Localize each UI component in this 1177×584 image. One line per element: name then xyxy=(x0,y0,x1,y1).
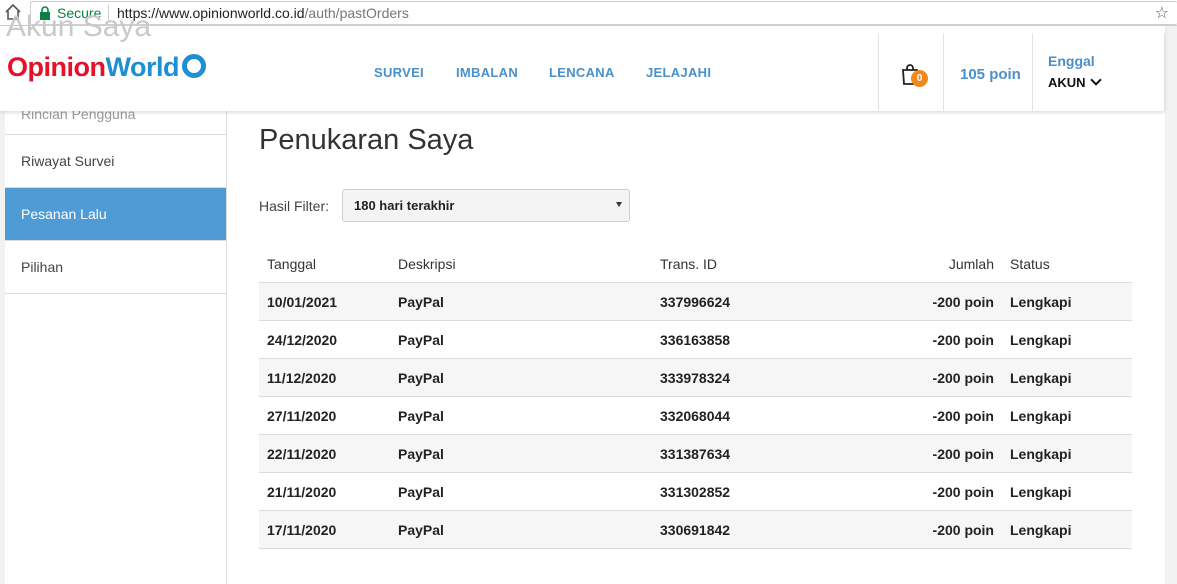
cell-trans-id: 330691842 xyxy=(660,522,731,538)
ghost-account-title: Akun Saya xyxy=(6,10,152,43)
site-header: Akun Saya OpinionWorld SURVEI IMBALAN LE… xyxy=(0,10,1165,111)
cell-date: 21/11/2020 xyxy=(267,484,337,500)
cart-count-badge: 0 xyxy=(911,70,928,87)
cell-trans-id: 337996624 xyxy=(660,294,731,310)
filter-select[interactable]: 180 hari terakhir xyxy=(342,189,630,222)
cell-status: Lengkapi xyxy=(1010,332,1072,348)
cell-trans-id: 331302852 xyxy=(660,484,731,500)
header-divider xyxy=(878,33,879,111)
cell-status: Lengkapi xyxy=(1010,446,1072,462)
sidebar-item-survey-history[interactable]: Riwayat Survei xyxy=(5,135,226,188)
cell-date: 22/11/2020 xyxy=(267,446,337,462)
cell-status: Lengkapi xyxy=(1010,408,1072,424)
points-balance[interactable]: 105 poin xyxy=(960,66,1021,83)
cell-date: 27/11/2020 xyxy=(267,408,337,424)
cell-status: Lengkapi xyxy=(1010,294,1072,310)
sidebar-item-preferences[interactable]: Pilihan xyxy=(5,241,226,294)
filter-label: Hasil Filter: xyxy=(259,198,330,214)
cell-amount: -200 poin xyxy=(932,484,994,500)
table-row: 24/12/2020 PayPal 336163858 -200 poin Le… xyxy=(259,321,1132,359)
user-name: Enggal xyxy=(1048,53,1095,69)
header-divider xyxy=(1032,33,1033,111)
url-path: /auth/pastOrders xyxy=(304,5,409,21)
dropdown-arrow-icon xyxy=(616,202,622,207)
table-row: 10/01/2021 PayPal 337996624 -200 poin Le… xyxy=(259,283,1132,321)
cell-trans-id: 333978324 xyxy=(660,370,731,386)
cell-amount: -200 poin xyxy=(932,370,994,386)
orders-table: Tanggal Deskripsi Trans. ID Jumlah Statu… xyxy=(259,245,1132,549)
cell-trans-id: 332068044 xyxy=(660,408,731,424)
cell-amount: -200 poin xyxy=(932,522,994,538)
cell-status: Lengkapi xyxy=(1010,484,1072,500)
header-divider xyxy=(1164,33,1165,111)
cell-date: 10/01/2021 xyxy=(267,294,338,310)
table-row: 27/11/2020 PayPal 332068044 -200 poin Le… xyxy=(259,397,1132,435)
cell-date: 17/11/2020 xyxy=(267,522,337,538)
cell-description: PayPal xyxy=(398,408,444,424)
cell-trans-id: 331387634 xyxy=(660,446,731,462)
table-row: 22/11/2020 PayPal 331387634 -200 poin Le… xyxy=(259,435,1132,473)
logo-text-opinion: Opinion xyxy=(7,52,106,82)
cell-amount: -200 poin xyxy=(932,446,994,462)
nav-jelajahi[interactable]: JELAJAHI xyxy=(646,65,711,80)
cell-trans-id: 336163858 xyxy=(660,332,731,348)
nav-lencana[interactable]: LENCANA xyxy=(549,65,615,80)
column-header-description: Deskripsi xyxy=(398,256,456,272)
column-header-status: Status xyxy=(1010,256,1050,272)
table-row: 11/12/2020 PayPal 333978324 -200 poin Le… xyxy=(259,359,1132,397)
cell-description: PayPal xyxy=(398,522,444,538)
logo-text-world: World xyxy=(105,52,179,82)
bookmark-star-icon[interactable]: ☆ xyxy=(1155,3,1169,23)
page-title: Penukaran Saya xyxy=(259,124,474,156)
cell-description: PayPal xyxy=(398,446,444,462)
cell-date: 11/12/2020 xyxy=(267,370,337,386)
sidebar-item-label: Pilihan xyxy=(21,259,64,275)
table-row: 17/11/2020 PayPal 330691842 -200 poin Le… xyxy=(259,511,1132,549)
table-header: Tanggal Deskripsi Trans. ID Jumlah Statu… xyxy=(259,245,1132,283)
cell-date: 24/12/2020 xyxy=(267,332,338,348)
sidebar-item-label: Riwayat Survei xyxy=(21,153,115,169)
chevron-down-icon[interactable] xyxy=(1090,74,1102,86)
opinionworld-logo[interactable]: OpinionWorld xyxy=(7,52,206,86)
column-header-amount: Jumlah xyxy=(948,256,994,272)
filter-select-value: 180 hari terakhir xyxy=(354,198,455,213)
cell-amount: -200 poin xyxy=(932,294,994,310)
sidebar-item-label: Pesanan Lalu xyxy=(21,206,107,222)
cell-status: Lengkapi xyxy=(1010,522,1072,538)
browser-address-bar: Secure https://www.opinionworld.co.id/au… xyxy=(0,0,1177,26)
sidebar-item-past-orders[interactable]: Pesanan Lalu xyxy=(5,188,226,241)
account-menu[interactable]: AKUN xyxy=(1048,75,1086,90)
url-box[interactable]: Secure https://www.opinionworld.co.id/au… xyxy=(30,1,1177,25)
cell-amount: -200 poin xyxy=(932,408,994,424)
cell-description: PayPal xyxy=(398,332,444,348)
column-header-trans-id: Trans. ID xyxy=(660,256,718,272)
table-row: 21/11/2020 PayPal 331302852 -200 poin Le… xyxy=(259,473,1132,511)
cell-description: PayPal xyxy=(398,484,444,500)
logo-ring-icon xyxy=(181,54,206,78)
cell-description: PayPal xyxy=(398,294,444,310)
column-header-date: Tanggal xyxy=(267,256,317,272)
cell-description: PayPal xyxy=(398,370,444,386)
nav-imbalan[interactable]: IMBALAN xyxy=(456,65,518,80)
url-text[interactable]: https://www.opinionworld.co.id/auth/past… xyxy=(117,5,409,21)
cell-amount: -200 poin xyxy=(932,332,994,348)
cell-status: Lengkapi xyxy=(1010,370,1072,386)
nav-survei[interactable]: SURVEI xyxy=(374,65,424,80)
header-divider xyxy=(943,33,944,111)
